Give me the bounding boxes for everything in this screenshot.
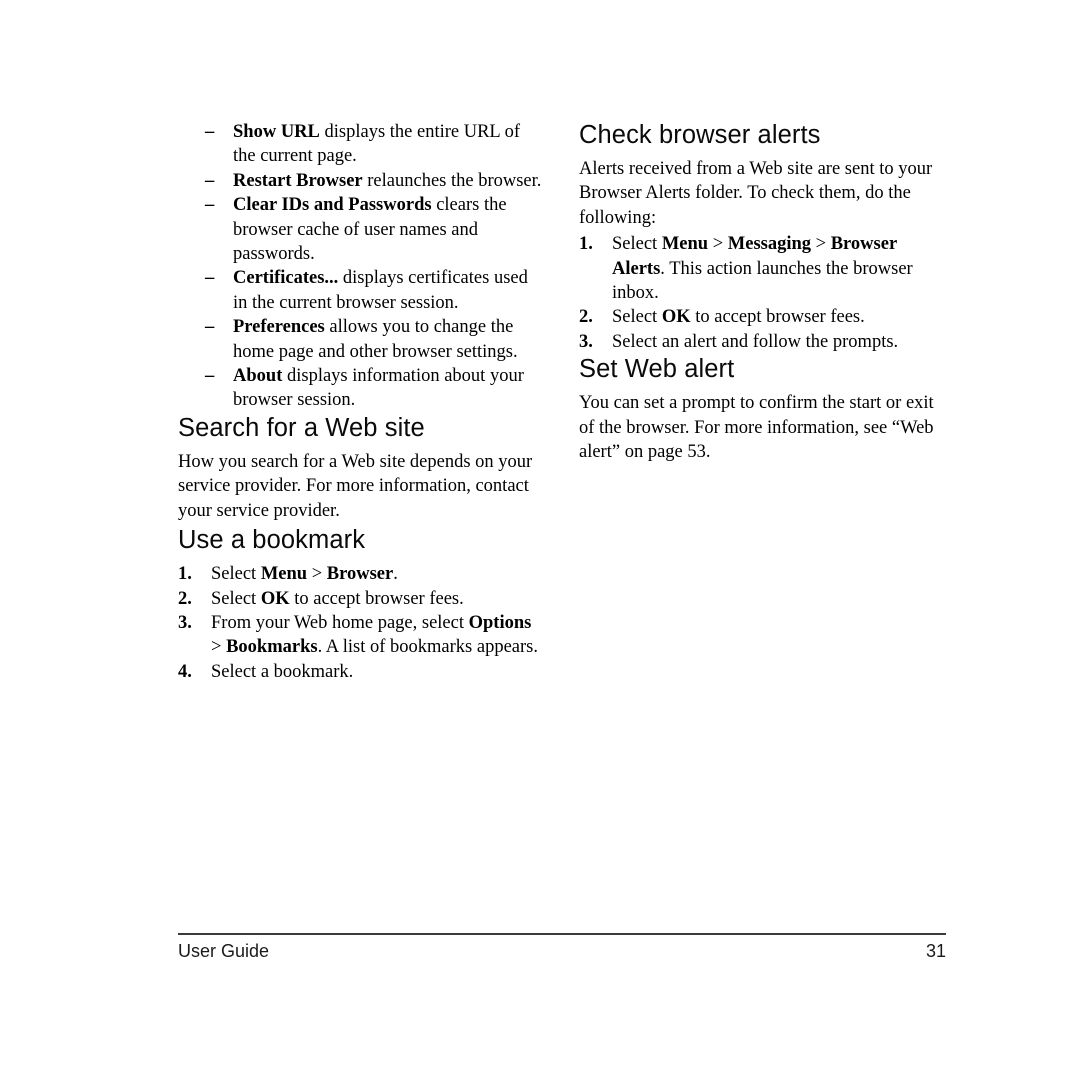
step-emphasis-2: Messaging	[727, 234, 812, 255]
list-item: 2. Select OK to accept browser fees.	[579, 305, 946, 329]
list-item: 1. Select Menu > Browser.	[178, 562, 545, 586]
step-emphasis: OK	[661, 307, 691, 328]
step-text-pre: Select a bookmark.	[211, 661, 354, 682]
list-item: 3. Select an alert and follow the prompts…	[579, 330, 946, 354]
step-number: 2.	[579, 307, 593, 328]
step-text-pre: Select	[211, 564, 261, 585]
list-item: – Clear IDs and Passwords clears the brow…	[178, 193, 545, 266]
use-a-bookmark-steps: 1. Select Menu > Browser. 2. Select OK to …	[178, 562, 545, 684]
section-heading-set-web-alert: Set Web alert	[579, 355, 735, 384]
step-number: 4.	[178, 661, 192, 682]
step-text-post: .	[393, 564, 398, 585]
footer-label: User Guide	[178, 941, 270, 961]
dash-bullet-icon: –	[205, 122, 215, 142]
list-item-term: About	[233, 366, 283, 387]
step-emphasis: Menu	[661, 234, 709, 255]
step-text-post: . A list of bookmarks appears.	[317, 637, 538, 658]
page-columns: – Show URL displays the entire URL of the…	[178, 120, 946, 684]
step-emphasis: Menu	[260, 564, 308, 585]
step-text-post: to accept browser fees.	[289, 588, 464, 609]
footer-row: User Guide 31	[178, 941, 946, 962]
left-column: – Show URL displays the entire URL of the…	[178, 120, 545, 684]
step-separator-2: >	[811, 234, 831, 255]
browser-options-list: – Show URL displays the entire URL of the…	[178, 120, 545, 413]
list-item-term: Clear IDs and Passwords	[233, 195, 432, 216]
right-column: Check browser alerts Alerts received fro…	[579, 120, 946, 684]
list-item: – Show URL displays the entire URL of the…	[178, 120, 545, 169]
step-text-pre: Select an alert and follow the prompts.	[612, 331, 899, 352]
paragraph-search-for-a-web-site: How you search for a Web site depends on…	[178, 451, 533, 521]
paragraph-check-browser-alerts: Alerts received from a Web site are sent…	[579, 159, 933, 228]
step-separator: >	[307, 564, 327, 585]
document-page: – Show URL displays the entire URL of the…	[0, 0, 1080, 1080]
step-emphasis-2: Bookmarks	[226, 637, 318, 658]
list-item: – About displays information about your b…	[178, 364, 545, 413]
step-number: 2.	[178, 588, 192, 609]
dash-bullet-icon: –	[205, 366, 215, 387]
step-number: 1.	[579, 234, 593, 255]
list-item: – Preferences allows you to change the ho…	[178, 315, 545, 364]
section-heading-use-a-bookmark: Use a bookmark	[178, 526, 366, 555]
step-text-pre: Select	[612, 307, 662, 328]
step-number: 3.	[579, 331, 593, 352]
list-item: 1. Select Menu > Messaging > Browser Aler…	[579, 232, 946, 305]
section-heading-check-browser-alerts: Check browser alerts	[579, 121, 821, 149]
page-footer: User Guide 31	[178, 933, 946, 962]
step-emphasis: Options	[468, 612, 532, 633]
list-item: 2. Select OK to accept browser fees.	[178, 587, 545, 611]
check-browser-alerts-steps: 1. Select Menu > Messaging > Browser Aler…	[579, 232, 946, 354]
step-emphasis-2: Browser	[326, 564, 394, 585]
dash-bullet-icon: –	[205, 317, 215, 338]
step-text-post: to accept browser fees.	[690, 307, 865, 328]
list-item-term: Show URL	[233, 122, 320, 142]
step-text-pre: Select	[612, 234, 662, 255]
step-separator: >	[708, 234, 728, 255]
step-number: 1.	[178, 564, 192, 585]
step-number: 3.	[178, 612, 192, 633]
list-item-term: Restart Browser	[233, 170, 363, 191]
list-item-term: Certificates...	[233, 268, 339, 289]
list-item: 3. From your Web home page, select Option…	[178, 611, 545, 660]
paragraph-set-web-alert: You can set a prompt to confirm the star…	[579, 393, 934, 463]
dash-bullet-icon: –	[205, 268, 215, 289]
list-item-description: relaunches the browser.	[362, 170, 542, 191]
footer-divider	[178, 933, 946, 935]
step-text-pre: From your Web home page, select	[211, 612, 469, 633]
step-text-pre: Select	[211, 588, 261, 609]
list-item: – Restart Browser relaunches the browser.	[178, 169, 545, 193]
section-heading-search-for-a-web-site: Search for a Web site	[178, 413, 425, 442]
list-item: – Certificates... displays certificates u…	[178, 266, 545, 315]
dash-bullet-icon: –	[205, 195, 215, 216]
step-separator: >	[211, 637, 227, 658]
step-emphasis: OK	[260, 588, 290, 609]
list-item-term: Preferences	[233, 317, 325, 338]
dash-bullet-icon: –	[205, 170, 215, 191]
list-item: 4. Select a bookmark.	[178, 660, 545, 684]
page-number: 31	[925, 941, 946, 961]
